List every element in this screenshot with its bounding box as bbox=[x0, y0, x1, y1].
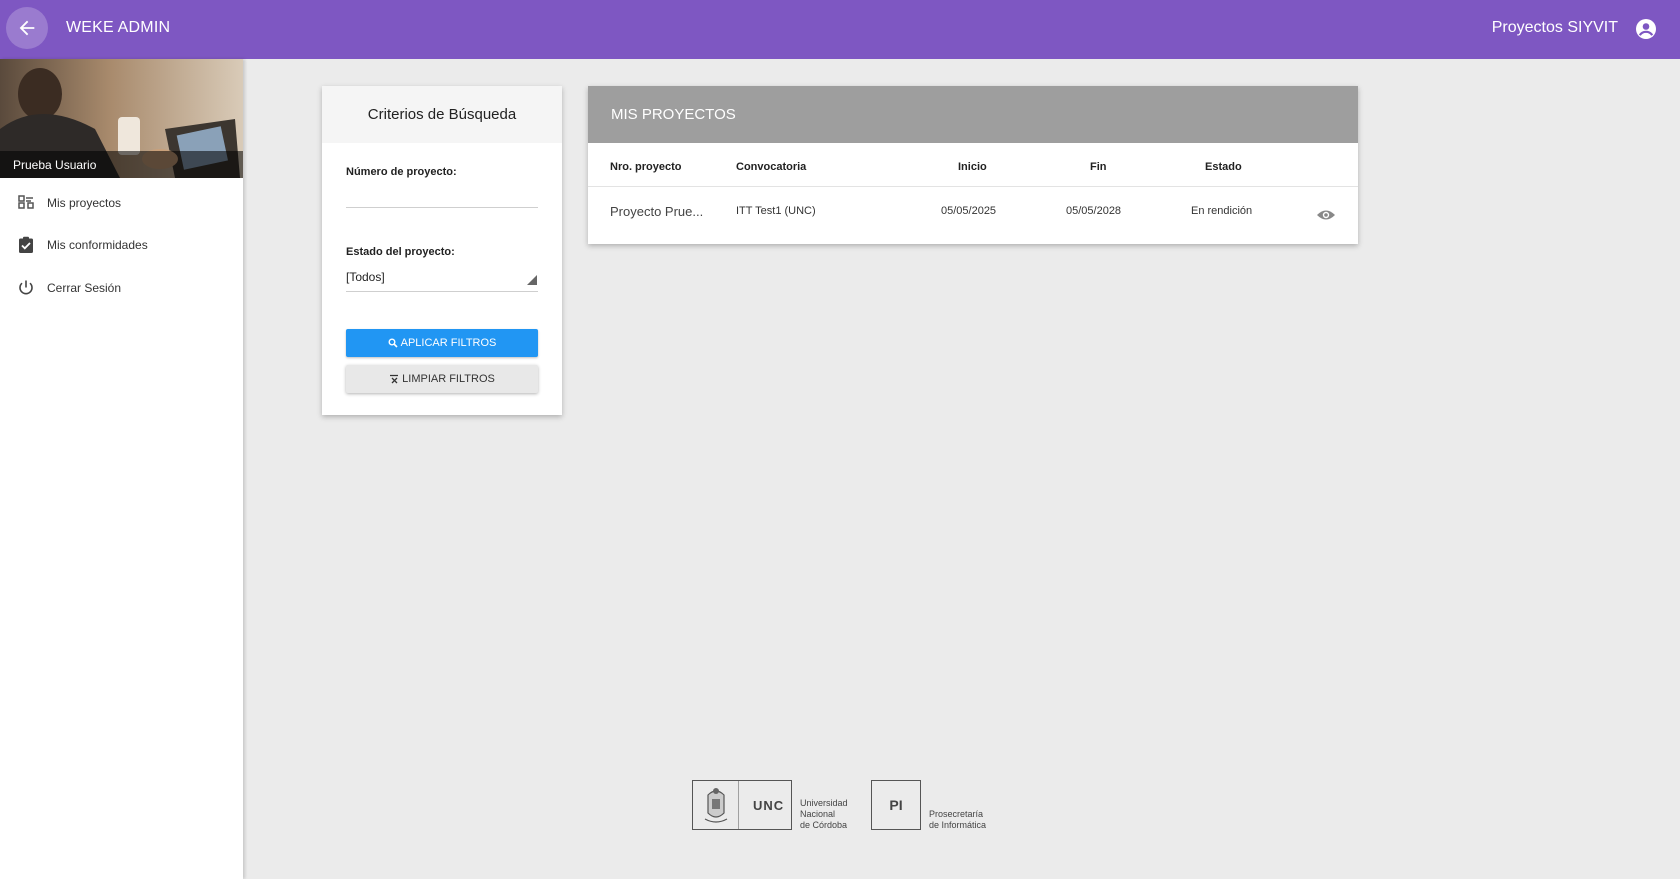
column-header-inicio: Inicio bbox=[958, 161, 987, 173]
column-header-fin: Fin bbox=[1090, 161, 1107, 173]
search-icon bbox=[388, 338, 398, 348]
unc-logo: UNC bbox=[692, 780, 792, 830]
project-state-underline bbox=[346, 291, 538, 292]
apply-filters-label: APLICAR FILTROS bbox=[400, 337, 497, 349]
cell-convocatoria: ITT Test1 (UNC) bbox=[736, 205, 816, 217]
profile-banner: Prueba Usuario bbox=[0, 59, 243, 178]
sidebar-item-cerrar-sesion[interactable]: Cerrar Sesión bbox=[0, 270, 243, 306]
projects-panel-title: MIS PROYECTOS bbox=[588, 86, 1358, 143]
power-icon bbox=[19, 280, 33, 295]
clear-filters-button[interactable]: LIMPIAR FILTROS bbox=[346, 365, 538, 393]
app-title: WEKE ADMIN bbox=[66, 19, 171, 36]
pi-name: Prosecretaría de Informática bbox=[929, 809, 986, 831]
projects-grid-icon bbox=[18, 195, 34, 209]
view-eye-icon[interactable] bbox=[1316, 208, 1336, 222]
search-panel-title: Criterios de Búsqueda bbox=[322, 86, 562, 143]
column-header-nro: Nro. proyecto bbox=[610, 161, 682, 173]
arrow-left-icon bbox=[19, 20, 35, 36]
column-header-estado: Estado bbox=[1205, 161, 1242, 173]
account-circle-icon[interactable] bbox=[1634, 17, 1658, 41]
cell-estado: En rendición bbox=[1191, 205, 1253, 217]
clear-filters-label: LIMPIAR FILTROS bbox=[402, 373, 495, 385]
unc-abbreviation: UNC bbox=[753, 798, 785, 813]
column-header-convocatoria: Convocatoria bbox=[736, 161, 807, 173]
cell-nro: Proyecto Prue... bbox=[610, 204, 704, 219]
top-app-bar: WEKE ADMIN Proyectos SIYVIT bbox=[0, 0, 1680, 59]
apply-filters-button[interactable]: APLICAR FILTROS bbox=[346, 329, 538, 357]
sidebar-item-label: Cerrar Sesión bbox=[47, 281, 122, 295]
sidebar-item-mis-conformidades[interactable]: Mis conformidades bbox=[0, 227, 243, 263]
search-criteria-panel: Criterios de Búsqueda Número de proyecto… bbox=[322, 86, 562, 415]
select-arrow-icon[interactable] bbox=[527, 275, 537, 285]
unc-name-line: Universidad bbox=[800, 798, 848, 808]
cell-inicio: 05/05/2025 bbox=[941, 205, 997, 217]
clear-filter-icon bbox=[390, 374, 399, 384]
project-state-select[interactable]: [Todos] bbox=[346, 270, 385, 284]
header-divider bbox=[588, 186, 1358, 187]
project-number-underline bbox=[346, 207, 538, 208]
university-crest-icon bbox=[704, 781, 739, 829]
project-number-input[interactable] bbox=[346, 181, 538, 203]
unc-name-line: Nacional bbox=[800, 809, 836, 819]
sidebar-item-label: Mis conformidades bbox=[47, 238, 148, 252]
projects-panel: MIS PROYECTOS Nro. proyecto Convocatoria… bbox=[588, 86, 1358, 244]
pi-name-line: Prosecretaría bbox=[929, 809, 984, 819]
cell-fin: 05/05/2028 bbox=[1066, 205, 1122, 217]
unc-name: Universidad Nacional de Córdoba bbox=[800, 798, 848, 831]
user-name: Prueba Usuario bbox=[0, 151, 243, 178]
clipboard-check-icon bbox=[19, 236, 33, 253]
pi-name-line: de Informática bbox=[929, 820, 987, 830]
sidebar-item-label: Mis proyectos bbox=[47, 196, 122, 210]
back-button[interactable] bbox=[6, 7, 48, 49]
sidebar: Prueba Usuario Mis proyectos Mis conform… bbox=[0, 59, 243, 879]
app-name: Proyectos SIYVIT bbox=[1491, 19, 1618, 36]
pi-abbreviation: PI bbox=[889, 797, 903, 813]
project-state-label: Estado del proyecto: bbox=[346, 246, 455, 258]
pi-logo: PI bbox=[871, 780, 921, 830]
footer-logos: UNC Universidad Nacional de Córdoba PI P… bbox=[692, 780, 992, 832]
sidebar-item-mis-proyectos[interactable]: Mis proyectos bbox=[0, 185, 243, 221]
project-number-label: Número de proyecto: bbox=[346, 166, 457, 178]
unc-name-line: de Córdoba bbox=[800, 820, 848, 830]
